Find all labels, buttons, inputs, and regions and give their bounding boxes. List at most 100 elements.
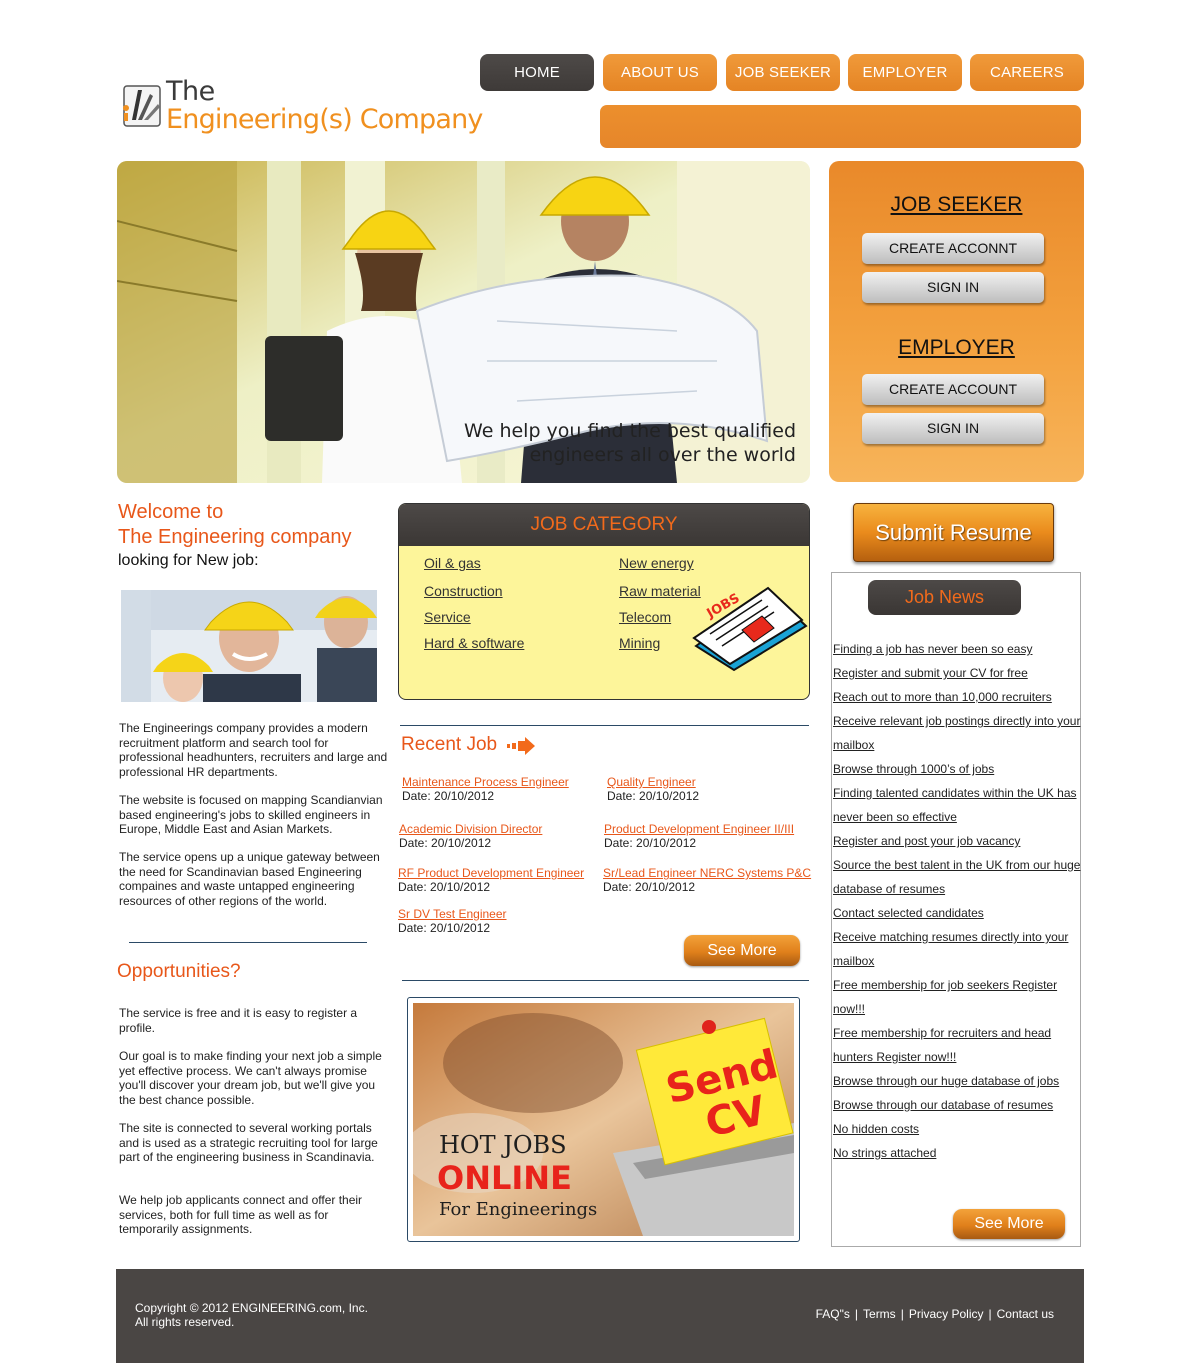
- seeker-create-account-button[interactable]: CREATE ACCONNT: [862, 233, 1044, 264]
- news-see-more-button[interactable]: See More: [953, 1209, 1065, 1239]
- footer-link-terms[interactable]: Terms: [863, 1307, 896, 1321]
- job-news-item[interactable]: Register and post your job vacancy: [833, 829, 1081, 853]
- hero-caption: We help you find the best qualified engi…: [416, 419, 796, 467]
- job-date: Date: 20/10/2012: [604, 836, 697, 850]
- site-footer: Copyright © 2012 ENGINEERING.com, Inc. A…: [116, 1269, 1084, 1363]
- employer-heading: EMPLOYER: [898, 336, 1015, 359]
- hero-banner: We help you find the best qualified engi…: [117, 161, 810, 483]
- send-cv-banner-image: Send CV HOT JOBS ONLINE For Engineerings: [413, 1003, 794, 1236]
- jobs-newspaper-icon: JOBS: [692, 586, 808, 672]
- arrow-right-icon: [507, 737, 535, 755]
- job-news-item[interactable]: Browse through our database of resumes: [833, 1093, 1081, 1117]
- job-news-list: Finding a job has never been so easy Regi…: [833, 637, 1081, 1165]
- main-nav: HOME ABOUT US JOB SEEKER EMPLOYER CAREER…: [480, 54, 1084, 91]
- job-news-panel: Job News Finding a job has never been so…: [831, 572, 1081, 1247]
- job-category-box: JOB CATEGORY Oil & gas Construction Serv…: [398, 503, 810, 700]
- job-news-item[interactable]: Finding talented candidates within the U…: [833, 781, 1081, 829]
- orange-subnav-bar: [600, 105, 1081, 148]
- opportunities-heading: Opportunities?: [117, 961, 241, 982]
- welcome-line1: Welcome to: [118, 501, 224, 523]
- account-sidebox: JOB SEEKER CREATE ACCONNT SIGN IN EMPLOY…: [829, 161, 1084, 482]
- footer-separator: |: [854, 1307, 859, 1321]
- footer-link-privacy[interactable]: Privacy Policy: [909, 1307, 984, 1321]
- seeker-sign-in-button[interactable]: SIGN IN: [862, 272, 1044, 303]
- welcome-subheading: looking for New job:: [118, 552, 259, 569]
- recent-see-more-button[interactable]: See More: [684, 935, 800, 966]
- footer-link-faq[interactable]: FAQ"s: [816, 1307, 850, 1321]
- category-telecom[interactable]: Telecom: [619, 609, 671, 625]
- job-date: Date: 20/10/2012: [398, 921, 491, 935]
- send-cv-banner[interactable]: Send CV HOT JOBS ONLINE For Engineerings: [407, 997, 800, 1242]
- job-category-heading: JOB CATEGORY: [399, 504, 809, 546]
- job-news-item[interactable]: Source the best talent in the UK from ou…: [833, 853, 1081, 901]
- job-date: Date: 20/10/2012: [398, 880, 491, 894]
- job-date: Date: 20/10/2012: [399, 836, 492, 850]
- recent-divider-bottom: [402, 980, 809, 981]
- nav-employer[interactable]: EMPLOYER: [848, 54, 962, 91]
- hot-jobs-text: HOT JOBS: [439, 1131, 567, 1159]
- category-mining[interactable]: Mining: [619, 635, 660, 651]
- welcome-heading: Welcome to The Engineering company: [118, 500, 351, 550]
- job-link-quality-engineer[interactable]: Quality Engineer: [607, 775, 696, 789]
- category-raw-material[interactable]: Raw material: [619, 583, 701, 599]
- logo-mark-icon: [123, 85, 161, 127]
- nav-about-us[interactable]: ABOUT US: [603, 54, 717, 91]
- push-pin-icon: [702, 1020, 716, 1034]
- job-news-item[interactable]: Free membership for job seekers Register…: [833, 973, 1081, 1021]
- footer-links: FAQ"s | Terms | Privacy Policy | Contact us: [816, 1307, 1054, 1321]
- category-new-energy[interactable]: New energy: [619, 555, 694, 571]
- job-date: Date: 20/10/2012: [603, 880, 696, 894]
- job-link-rf-product-development-engineer[interactable]: RF Product Development Engineer: [398, 866, 584, 880]
- job-news-item[interactable]: Receive matching resumes directly into y…: [833, 925, 1081, 973]
- intro-paragraph-2: The website is focused on mapping Scandi…: [119, 793, 383, 836]
- job-news-item[interactable]: Finding a job has never been so easy: [833, 637, 1081, 661]
- category-service[interactable]: Service: [424, 609, 471, 625]
- job-news-heading: Job News: [868, 580, 1021, 615]
- submit-resume-button[interactable]: Submit Resume: [853, 503, 1054, 562]
- copyright-line2: All rights reserved.: [135, 1315, 235, 1329]
- job-news-item[interactable]: Browse through 1000’s of jobs: [833, 757, 1081, 781]
- site-logo[interactable]: The Engineering(s) Company: [116, 76, 483, 140]
- job-seeker-heading: JOB SEEKER: [890, 193, 1023, 216]
- job-date: Date: 20/10/2012: [607, 789, 700, 803]
- category-construction[interactable]: Construction: [424, 583, 503, 599]
- job-news-item[interactable]: No strings attached: [833, 1141, 1081, 1165]
- job-link-maintenance-process-engineer[interactable]: Maintenance Process Engineer: [402, 775, 569, 789]
- job-date: Date: 20/10/2012: [402, 789, 495, 803]
- job-news-item[interactable]: Browse through our huge database of jobs: [833, 1069, 1081, 1093]
- job-link-sr-lead-engineer-nerc[interactable]: Sr/Lead Engineer NERC Systems P&C: [603, 866, 811, 880]
- job-link-sr-dv-test-engineer[interactable]: Sr DV Test Engineer: [398, 907, 507, 921]
- left-divider: [129, 942, 367, 943]
- hero-caption-line1: We help you find the best qualified: [464, 420, 796, 442]
- engineers-team-photo: [121, 590, 377, 702]
- copyright-line1: Copyright © 2012 ENGINEERING.com, Inc.: [135, 1301, 368, 1315]
- job-news-item[interactable]: Receive relevant job postings directly i…: [833, 709, 1081, 757]
- job-news-item[interactable]: No hidden costs: [833, 1117, 1081, 1141]
- intro-paragraph-3: The service opens up a unique gateway be…: [119, 850, 380, 908]
- employer-create-account-button[interactable]: CREATE ACCOUNT: [862, 374, 1044, 405]
- footer-link-contact[interactable]: Contact us: [997, 1307, 1054, 1321]
- recent-divider-top: [400, 725, 809, 726]
- job-link-product-development-engineer[interactable]: Product Development Engineer II/III: [604, 822, 794, 836]
- employer-sign-in-button[interactable]: SIGN IN: [862, 413, 1044, 444]
- opportunities-paragraph-1: The service is free and it is easy to re…: [119, 1006, 358, 1035]
- category-oil-gas[interactable]: Oil & gas: [424, 555, 481, 571]
- for-engineerings-text: For Engineerings: [439, 1199, 597, 1220]
- opportunities-paragraph-4: We help job applicants connect and offer…: [119, 1193, 363, 1236]
- job-news-item[interactable]: Contact selected candidates: [833, 901, 1081, 925]
- job-link-academic-division-director[interactable]: Academic Division Director: [399, 822, 542, 836]
- nav-job-seeker[interactable]: JOB SEEKER: [726, 54, 840, 91]
- intro-paragraph-1: The Engineerings company provides a mode…: [119, 721, 388, 779]
- welcome-line2: The Engineering company: [118, 526, 352, 548]
- opportunities-paragraph-2: Our goal is to make finding your next jo…: [119, 1049, 382, 1107]
- job-news-item[interactable]: Register and submit your CV for free: [833, 661, 1081, 685]
- logo-text-company: Engineering(s) Company: [166, 104, 483, 135]
- footer-separator: |: [900, 1307, 904, 1321]
- job-news-item[interactable]: Free membership for recruiters and head …: [833, 1021, 1081, 1069]
- nav-home[interactable]: HOME: [480, 54, 594, 91]
- category-hard-software[interactable]: Hard & software: [424, 635, 524, 651]
- recent-job-heading: Recent Job: [401, 734, 498, 755]
- job-news-item[interactable]: Reach out to more than 10,000 recruiters: [833, 685, 1081, 709]
- logo-text-the: The: [166, 76, 215, 107]
- nav-careers[interactable]: CAREERS: [970, 54, 1084, 91]
